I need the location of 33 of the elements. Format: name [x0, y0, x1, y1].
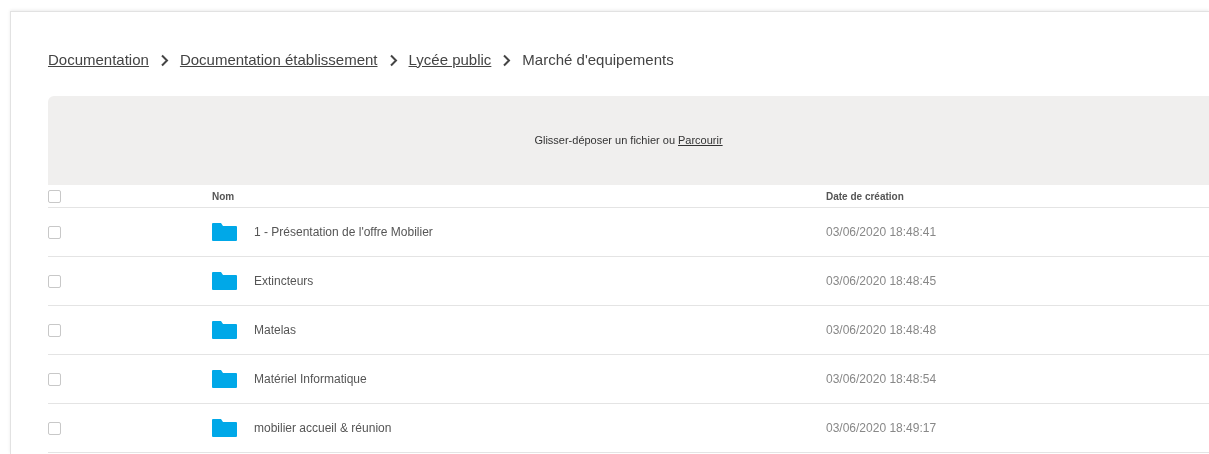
date-cell-text: 03/06/2020 18:48:41: [826, 224, 937, 241]
checkbox[interactable]: [48, 323, 61, 337]
folder-icon: [212, 272, 237, 290]
browse-link[interactable]: Parcourir: [678, 132, 723, 149]
breadcrumb-link[interactable]: Documentation: [48, 48, 149, 72]
checkbox[interactable]: [48, 372, 61, 386]
checkbox[interactable]: [48, 421, 61, 435]
folder-name[interactable]: Matelas: [254, 321, 297, 339]
dropzone[interactable]: Glisser-déposer un fichier ou Parcourir: [48, 96, 1209, 185]
checkbox[interactable]: [48, 274, 61, 288]
folder-icon: [212, 370, 237, 388]
folder-name[interactable]: Extincteurs: [254, 272, 314, 290]
chevron-icon: [159, 53, 169, 67]
folder-name[interactable]: 1 - Présentation de l'offre Mobilier: [254, 223, 433, 241]
folder-name[interactable]: mobilier accueil & réunion: [254, 419, 392, 437]
date-cell-text: 03/06/2020 18:48:45: [826, 273, 937, 290]
breadcrumb-current: Marché d'equipements: [522, 49, 674, 70]
dropzone-text: Glisser-déposer un fichier ou: [534, 133, 675, 149]
breadcrumb-link[interactable]: Documentation établissement: [179, 48, 378, 72]
column-header: Date de création: [826, 189, 904, 204]
folder-icon: [212, 321, 237, 339]
date-cell-text: 03/06/2020 18:49:17: [826, 420, 937, 437]
folder-icon: [212, 223, 237, 241]
breadcrumb-link[interactable]: Lycée public: [408, 48, 492, 72]
checkbox[interactable]: [48, 225, 61, 239]
chevron-icon: [502, 53, 512, 67]
date-cell-text: 03/06/2020 18:48:54: [826, 371, 937, 388]
date-cell-text: 03/06/2020 18:48:48: [826, 322, 937, 339]
chevron-icon: [388, 53, 398, 67]
column-header: Nom: [212, 189, 236, 204]
folder-name[interactable]: Matériel Informatique: [254, 370, 367, 388]
folder-icon: [212, 419, 237, 437]
checkbox[interactable]: [48, 189, 61, 203]
